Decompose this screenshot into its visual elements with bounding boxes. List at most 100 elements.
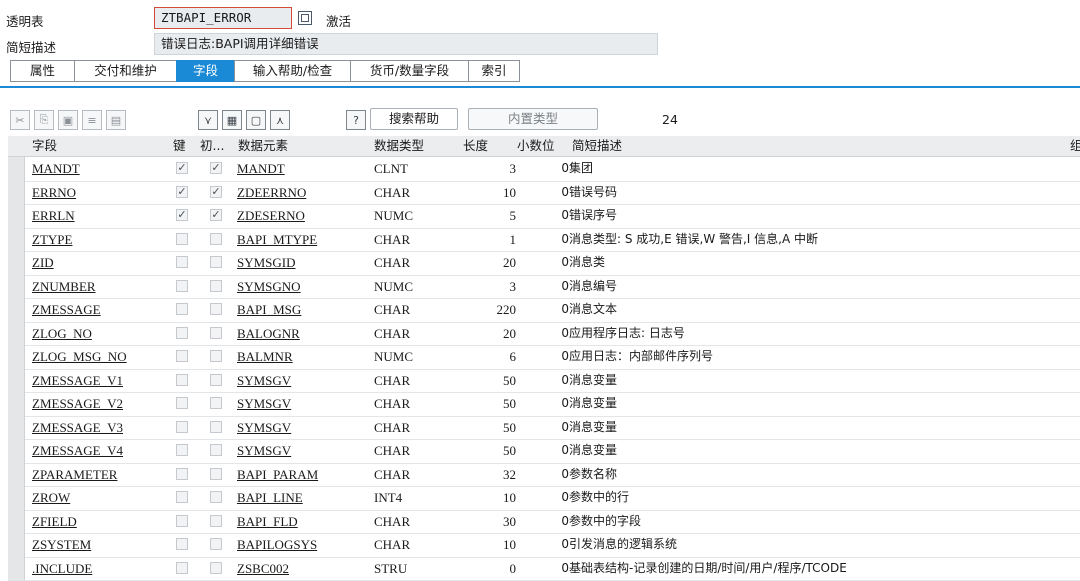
delete-row-icon[interactable]: ▤ (106, 110, 126, 130)
key-checkbox[interactable] (176, 467, 188, 480)
key-checkbox[interactable] (176, 256, 188, 268)
length[interactable]: 6 (463, 345, 517, 368)
key-checkbox[interactable] (176, 232, 188, 245)
length[interactable]: 10 (463, 181, 516, 204)
field-name[interactable]: ZSYSTEM (32, 533, 91, 556)
col-data-type[interactable]: 数据类型 (374, 136, 424, 156)
data-type[interactable]: CLNT (374, 157, 408, 180)
tab-indexes[interactable]: 索引 (468, 60, 520, 82)
row-selector[interactable] (8, 157, 25, 181)
decimals[interactable]: 0 (517, 392, 569, 415)
data-type[interactable]: CHAR (374, 181, 410, 204)
table-row[interactable]: ZMESSAGE_V1 SYMSGV CHAR 50 0 消息变量 (8, 368, 1080, 393)
col-init[interactable]: 初... (200, 136, 224, 156)
decimals[interactable]: 0 (517, 533, 569, 556)
row-selector[interactable] (8, 180, 25, 204)
init-checkbox[interactable] (210, 326, 222, 339)
decimals[interactable]: 0 (517, 416, 569, 439)
col-field[interactable]: 字段 (32, 136, 57, 156)
data-element[interactable]: BAPILOGSYS (237, 533, 317, 556)
key-checkbox[interactable] (176, 350, 188, 362)
data-type[interactable]: CHAR (374, 298, 410, 321)
key-checkbox[interactable]: ✓ (176, 162, 188, 174)
length[interactable]: 50 (463, 439, 516, 462)
table-row[interactable]: ERRLN ✓ ✓ ZDESERNO NUMC 5 0 错误序号 (8, 204, 1080, 229)
decimals[interactable]: 0 (517, 275, 569, 298)
decimals[interactable]: 0 (517, 298, 569, 321)
field-name[interactable]: ZMESSAGE_V2 (32, 392, 123, 415)
collapse-icon[interactable]: ⋎ (198, 110, 218, 130)
field-name[interactable]: ZID (32, 251, 54, 274)
init-checkbox[interactable] (210, 444, 222, 456)
field-name[interactable]: ZMESSAGE (32, 298, 101, 321)
init-checkbox[interactable] (210, 303, 222, 315)
decimals[interactable]: 0 (517, 463, 569, 486)
data-element[interactable]: SYMSGV (237, 416, 291, 439)
table-row[interactable]: ZMESSAGE_V2 SYMSGV CHAR 50 0 消息变量 (8, 392, 1080, 417)
tab-fields[interactable]: 字段 (176, 60, 234, 82)
field-name[interactable]: ZMESSAGE_V1 (32, 369, 123, 392)
length[interactable]: 20 (463, 322, 516, 345)
data-element[interactable]: SYMSGV (237, 439, 291, 462)
key-checkbox[interactable] (176, 420, 188, 433)
init-checkbox[interactable] (210, 397, 222, 409)
table-row[interactable]: .INCLUDE ZSBC002 STRU 0 0 基础表结构-记录创建的日期/时间/用户… (8, 556, 1080, 581)
field-name[interactable]: .INCLUDE (32, 557, 92, 580)
field-name[interactable]: ZMESSAGE_V4 (32, 439, 123, 462)
row-selector[interactable] (8, 345, 25, 369)
decimals[interactable]: 0 (517, 557, 569, 580)
length[interactable]: 1 (463, 228, 517, 251)
row-selector[interactable] (8, 298, 25, 322)
init-checkbox[interactable] (210, 514, 222, 527)
tab-delivery[interactable]: 交付和维护 (74, 60, 176, 82)
field-name[interactable]: ZNUMBER (32, 275, 96, 298)
field-name[interactable]: ZMESSAGE_V3 (32, 416, 123, 439)
key-checkbox[interactable] (176, 279, 188, 292)
key-checkbox[interactable] (176, 397, 188, 409)
decimals[interactable]: 0 (517, 369, 569, 392)
field-name[interactable]: ERRNO (32, 181, 76, 204)
data-element[interactable]: MANDT (237, 157, 285, 180)
row-selector[interactable] (8, 321, 25, 345)
data-element[interactable]: SYMSGV (237, 369, 291, 392)
table-row[interactable]: ZMESSAGE_V4 SYMSGV CHAR 50 0 消息变量 (8, 439, 1080, 464)
data-element[interactable]: ZDEERRNO (237, 181, 306, 204)
data-type[interactable]: CHAR (374, 228, 410, 251)
init-checkbox[interactable] (210, 279, 222, 292)
col-group[interactable]: 组 (1070, 136, 1080, 156)
data-element[interactable]: SYMSGID (237, 251, 296, 274)
decimals[interactable]: 0 (517, 486, 569, 509)
key-checkbox[interactable] (176, 326, 188, 339)
row-selector[interactable] (8, 415, 25, 439)
length[interactable]: 10 (463, 533, 516, 556)
decimals[interactable]: 0 (517, 157, 569, 180)
length[interactable]: 5 (463, 204, 517, 227)
data-element[interactable]: ZSBC002 (237, 557, 289, 580)
decimals[interactable]: 0 (517, 204, 569, 227)
length[interactable]: 10 (463, 486, 516, 509)
init-checkbox[interactable] (210, 350, 222, 362)
data-type[interactable]: NUMC (374, 345, 413, 368)
length[interactable]: 20 (463, 251, 516, 274)
table-row[interactable]: ZMESSAGE_V3 SYMSGV CHAR 50 0 消息变量 (8, 415, 1080, 440)
field-name[interactable]: ZLOG_MSG_NO (32, 345, 127, 368)
key-checkbox[interactable] (176, 561, 188, 574)
decimals[interactable]: 0 (517, 181, 569, 204)
tab-currency[interactable]: 货币/数量字段 (350, 60, 468, 82)
field-name[interactable]: MANDT (32, 157, 80, 180)
data-element[interactable]: ZDESERNO (237, 204, 305, 227)
init-checkbox[interactable] (210, 232, 222, 245)
table-row[interactable]: MANDT ✓ ✓ MANDT CLNT 3 0 集团 (8, 157, 1080, 182)
data-type[interactable]: CHAR (374, 463, 410, 486)
length[interactable]: 50 (463, 392, 516, 415)
row-selector[interactable] (8, 439, 25, 463)
decimals[interactable]: 0 (517, 251, 569, 274)
row-selector[interactable] (8, 533, 25, 557)
insert-row-icon[interactable]: ≡ (82, 110, 102, 130)
row-selector[interactable] (8, 368, 25, 392)
key-checkbox[interactable] (176, 373, 188, 386)
col-short-desc[interactable]: 简短描述 (572, 136, 622, 156)
length[interactable]: 3 (463, 157, 517, 180)
search-help-icon[interactable]: ? (346, 110, 366, 130)
field-name[interactable]: ZPARAMETER (32, 463, 117, 486)
